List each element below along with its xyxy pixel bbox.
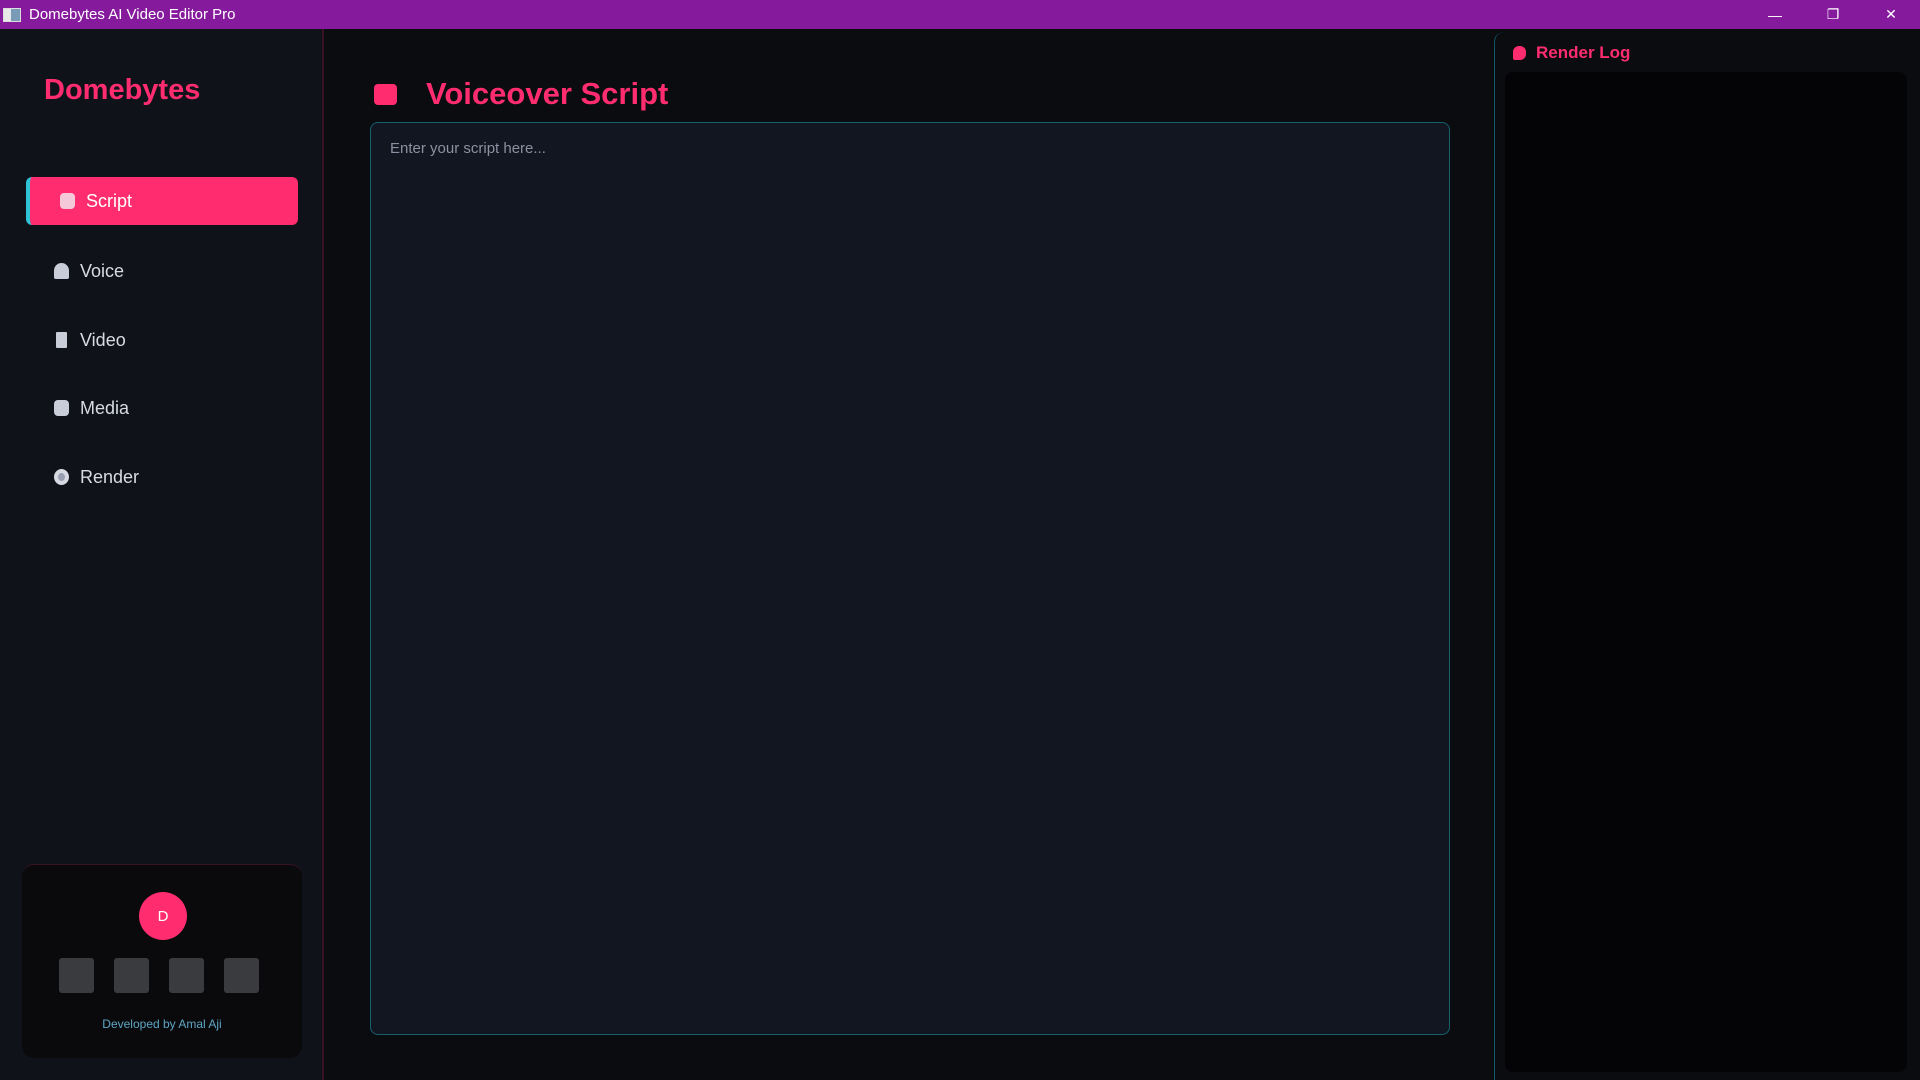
app-icon [3, 7, 21, 22]
developer-credit: Developed by Amal Aji [102, 1017, 222, 1031]
bell-icon [54, 263, 69, 279]
social-link-3[interactable] [169, 958, 204, 993]
video-icon [56, 332, 67, 348]
window-controls: — ❐ ✕ [1746, 0, 1920, 29]
close-button[interactable]: ✕ [1862, 0, 1920, 29]
social-link-4[interactable] [224, 958, 259, 993]
minimize-button[interactable]: — [1746, 0, 1804, 29]
sidebar-item-script[interactable]: Script [26, 177, 298, 225]
render-log-panel: Render Log [1494, 32, 1910, 1080]
social-links [59, 958, 259, 993]
script-icon [60, 193, 75, 209]
render-log-output[interactable] [1505, 72, 1907, 1072]
sidebar-item-voice[interactable]: Voice [26, 247, 298, 295]
sidebar: Domebytes Script Voice Video Media Rende… [0, 29, 324, 1080]
restore-button[interactable]: ❐ [1804, 0, 1862, 29]
sidebar-item-label: Video [80, 329, 126, 350]
title-bar: Domebytes AI Video Editor Pro — ❐ ✕ [0, 0, 1920, 29]
social-link-2[interactable] [114, 958, 149, 993]
profile-card: D Developed by Amal Aji [22, 864, 302, 1058]
avatar[interactable]: D [139, 892, 187, 940]
script-input[interactable] [370, 122, 1450, 1035]
render-log-header: Render Log [1513, 43, 1630, 63]
log-icon [1513, 46, 1526, 60]
media-icon [54, 400, 69, 416]
page-title: Voiceover Script [426, 76, 669, 111]
sidebar-item-video[interactable]: Video [26, 316, 298, 364]
sidebar-item-media[interactable]: Media [26, 384, 298, 432]
render-icon [54, 469, 69, 485]
brand-logo: Domebytes [44, 74, 201, 106]
sidebar-item-render[interactable]: Render [26, 453, 298, 501]
sidebar-item-label: Render [80, 466, 140, 487]
script-icon [374, 83, 397, 105]
sidebar-item-label: Script [86, 190, 133, 211]
page-header: Voiceover Script [374, 76, 668, 112]
window-title: Domebytes AI Video Editor Pro [29, 6, 236, 23]
social-link-1[interactable] [59, 958, 94, 993]
render-log-title: Render Log [1536, 43, 1631, 62]
sidebar-item-label: Media [80, 397, 130, 418]
sidebar-item-label: Voice [80, 260, 125, 281]
